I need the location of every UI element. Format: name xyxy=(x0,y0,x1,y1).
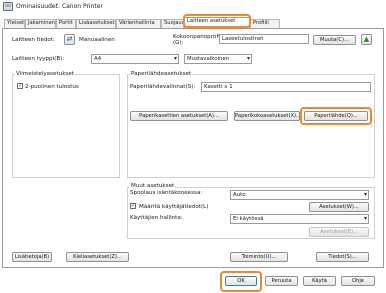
paper-size-settings-button[interactable]: Paperikokoasetukset(X)... xyxy=(234,111,300,121)
spool-label: Spoolaus isäntäkoneessa: xyxy=(130,190,203,196)
paper-source-title: Paperilähdeasetukset xyxy=(130,71,193,77)
change-button[interactable]: Muuta(C)... xyxy=(313,35,356,45)
tab-highlight xyxy=(183,14,251,28)
cassette-settings-button[interactable]: Paperikasettien asetukset(A)... xyxy=(130,111,228,121)
define-user-checkbox[interactable]: ✓ xyxy=(130,203,136,209)
ok-highlight xyxy=(220,271,262,292)
tab-ports[interactable]: Portit xyxy=(56,19,76,28)
refresh-icon[interactable]: ⇄ xyxy=(64,34,75,45)
cancel-button[interactable]: Peruuta xyxy=(265,276,298,286)
paper-source-label: Paperilähdevalinnat(S): xyxy=(130,84,196,90)
device-info-label: Laitteen tiedot: xyxy=(12,37,55,43)
tab-color-management[interactable]: Värienhallinta xyxy=(116,19,161,28)
other-settings-title: Muut asetukset xyxy=(130,183,176,189)
color-mode-select[interactable]: Mustavalkoinen xyxy=(184,54,252,64)
config-profile-field[interactable]: Laseetulostinet xyxy=(219,34,309,44)
printer-icon xyxy=(3,2,13,11)
device-type-select[interactable]: A4 xyxy=(91,54,179,64)
duplex-label: 2-puolinen tulostus xyxy=(25,84,79,90)
tab-profile[interactable]: Profiili xyxy=(250,19,280,28)
window-title: Ominaisuudet: Canon Printer xyxy=(16,3,103,10)
up-arrow-icon[interactable]: ▲ xyxy=(361,34,372,45)
user-management-label: Käyttäjien hallinta: xyxy=(130,215,183,221)
info-button[interactable]: Tiedot(S)... xyxy=(316,252,369,262)
paper-source-highlight xyxy=(300,107,372,125)
duplex-checkbox[interactable]: ✓ xyxy=(17,83,23,89)
window-titlebar: Ominaisuudet: Canon Printer xyxy=(0,0,386,14)
more-info-button[interactable]: Lisätietoja(B) xyxy=(12,252,52,262)
user-management-select[interactable]: Ei käytössä xyxy=(230,214,369,224)
settings-e-button: Asetukset(E)... xyxy=(309,227,369,237)
apply-button[interactable]: Käytä xyxy=(303,276,336,286)
tab-advanced[interactable]: Lisäasetukset xyxy=(76,19,116,28)
function-button[interactable]: Toiminto(U)... xyxy=(230,252,288,262)
tab-general[interactable]: Yleiset xyxy=(4,19,25,28)
tab-sharing[interactable]: Jakaminen xyxy=(25,19,56,28)
spool-select[interactable]: Auto xyxy=(230,190,369,200)
settings-w-button[interactable]: Asetukset(W)... xyxy=(309,202,369,212)
help-button[interactable]: Ohje xyxy=(341,276,375,286)
paper-source-field[interactable]: Kasetti x 1 xyxy=(201,82,371,92)
config-profile-label: Kokoonpanoprofiili (G): xyxy=(173,34,225,46)
tab-security[interactable]: Suojaus xyxy=(161,19,184,28)
device-type-label: Laitteen tyyppi(B): xyxy=(12,56,65,62)
language-settings-button[interactable]: Kieliasetukset(Z)... xyxy=(66,252,129,262)
define-user-label: Määritä käyttäjätiedot(L) xyxy=(139,204,209,210)
finishing-settings-title: Viimeistelyasetukset xyxy=(15,71,75,77)
device-info-mode: Manuaalinen xyxy=(79,37,115,43)
